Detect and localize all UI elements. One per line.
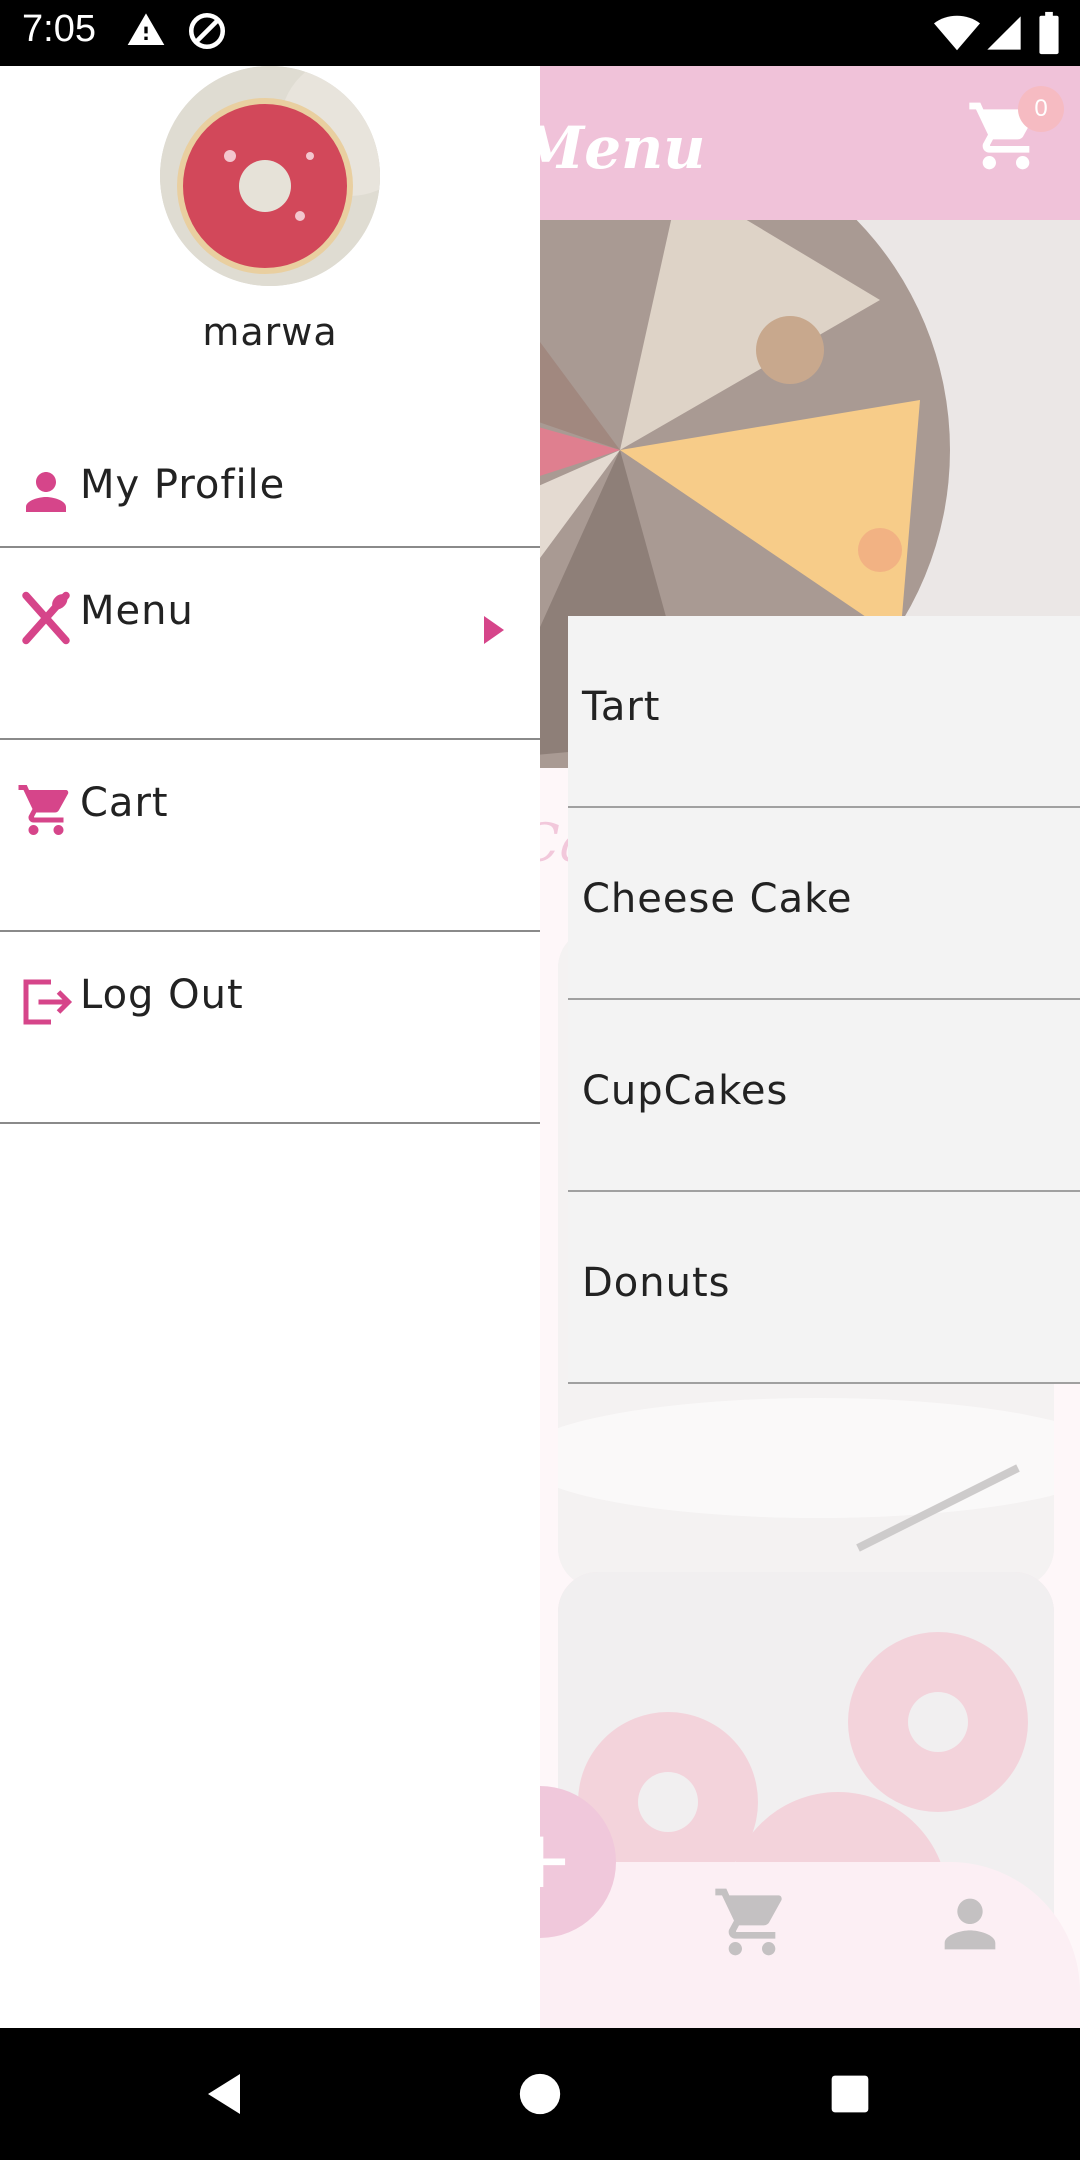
submenu-item-label: Donuts — [582, 1260, 731, 1306]
person-icon — [26, 472, 66, 512]
status-time: 7:05 — [22, 8, 96, 50]
signal-icon — [987, 16, 1021, 50]
submenu-item-donuts[interactable]: Donuts — [568, 1192, 1080, 1384]
menu-submenu: Tart Cheese Cake CupCakes Donuts — [568, 616, 1080, 1384]
drawer-item-cart[interactable]: Cart — [0, 740, 540, 932]
submenu-item-label: Tart — [582, 684, 661, 730]
submenu-item-cupcakes[interactable]: CupCakes — [568, 1000, 1080, 1192]
logout-icon — [23, 979, 73, 1025]
navigation-drawer: marwa My Profile Menu Cart Log Out — [0, 66, 540, 2028]
drawer-item-label: My Profile — [80, 462, 286, 508]
utensils-icon — [22, 591, 70, 645]
drawer-item-log-out[interactable]: Log Out — [0, 932, 540, 1124]
submenu-item-label: CupCakes — [582, 1068, 789, 1114]
cart-icon — [18, 785, 69, 835]
back-icon[interactable] — [200, 2070, 248, 2118]
at-sign-icon — [188, 12, 226, 50]
chevron-right-icon — [484, 616, 504, 644]
system-navigation-bar — [0, 2028, 1080, 2160]
recents-icon[interactable] — [830, 2074, 870, 2114]
submenu-item-tart[interactable]: Tart — [568, 616, 1080, 808]
avatar[interactable] — [160, 66, 380, 286]
warning-icon — [127, 13, 165, 46]
battery-icon — [1039, 11, 1059, 55]
submenu-item-cheese-cake[interactable]: Cheese Cake — [568, 808, 1080, 1000]
submenu-item-label: Cheese Cake — [582, 876, 853, 922]
drawer-item-label: Cart — [80, 780, 169, 826]
drawer-item-label: Menu — [80, 588, 194, 634]
wifi-icon — [934, 15, 980, 51]
home-icon[interactable] — [518, 2072, 562, 2116]
username: marwa — [202, 310, 338, 354]
status-bar: 7:05 — [0, 0, 1080, 66]
drawer-item-menu[interactable]: Menu — [0, 548, 540, 740]
drawer-item-label: Log Out — [80, 972, 244, 1018]
